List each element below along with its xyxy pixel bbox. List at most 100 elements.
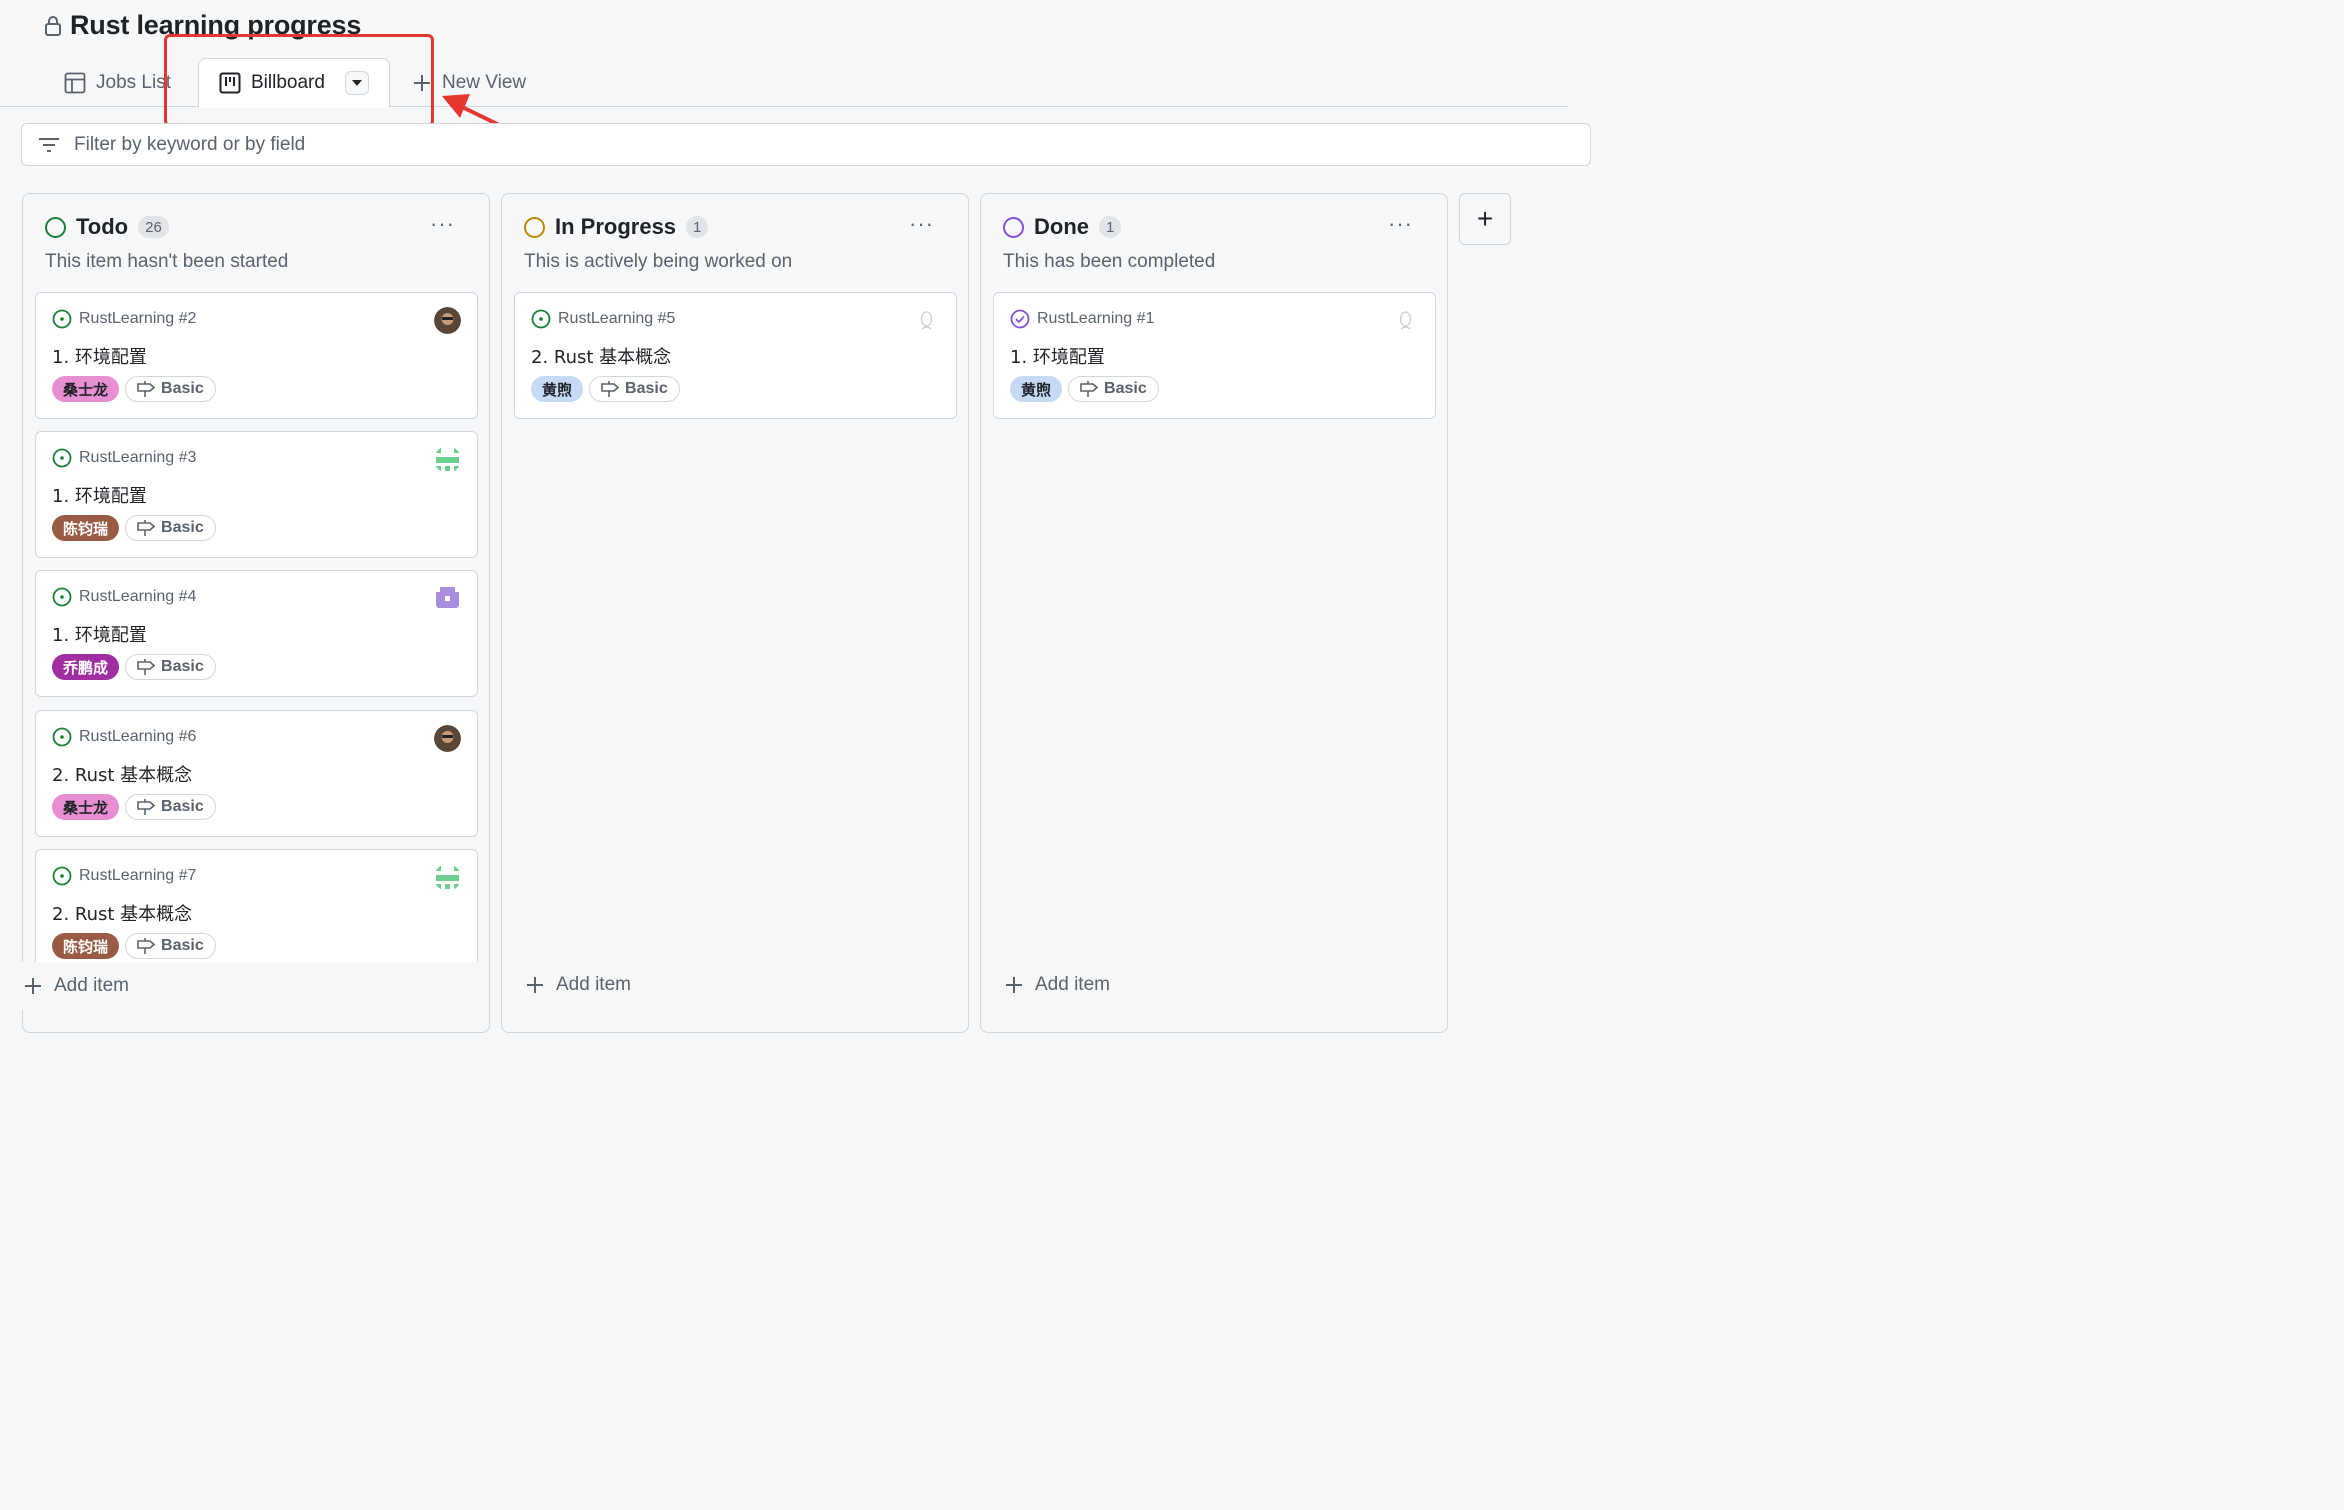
add-item-label: Add item	[54, 975, 129, 996]
assignee-tag[interactable]: 桑士龙	[52, 376, 120, 402]
card-ref[interactable]: RustLearning #3	[52, 448, 196, 468]
milestone-tag[interactable]: Basic	[125, 654, 216, 680]
avatar[interactable]	[434, 585, 461, 612]
card[interactable]: RustLearning #3 1. 环境配置 陈钧瑞 Basic	[35, 431, 478, 558]
column-title: In Progress	[555, 214, 677, 239]
avatar-sketch-icon	[1392, 307, 1419, 334]
assignee-tag[interactable]: 陈钧瑞	[52, 515, 120, 541]
identicon-purple-icon	[434, 585, 461, 612]
assignee-tag[interactable]: 黄煦	[1010, 376, 1063, 402]
column-count: 1	[1099, 216, 1122, 238]
card-title[interactable]: 2. Rust 基本概念	[52, 900, 192, 926]
card-title[interactable]: 1. 环境配置	[52, 621, 147, 647]
issue-open-icon	[52, 448, 72, 468]
assignee-tag[interactable]: 黄煦	[531, 376, 584, 402]
issue-open-icon	[52, 309, 72, 329]
issue-open-icon	[52, 727, 72, 747]
card-tags: 陈钧瑞 Basic	[52, 933, 216, 959]
table-icon	[64, 72, 86, 93]
card-ref-label: RustLearning #7	[79, 867, 197, 884]
column-menu-button[interactable]: ···	[1388, 213, 1413, 235]
avatar-photo-icon	[434, 725, 461, 752]
column-menu-button[interactable]: ···	[430, 213, 455, 235]
avatar[interactable]	[434, 864, 461, 891]
card-title[interactable]: 2. Rust 基本概念	[52, 761, 192, 787]
card[interactable]: RustLearning #2 1. 环境配置 桑士龙 Basic	[35, 292, 478, 419]
column-title: Done	[1034, 214, 1089, 239]
identicon-green-icon	[434, 446, 461, 473]
milestone-icon	[137, 938, 156, 954]
filter-placeholder: Filter by keyword or by field	[74, 133, 306, 155]
card-ref-label: RustLearning #4	[79, 588, 197, 605]
avatar-photo-icon	[434, 307, 461, 334]
card[interactable]: RustLearning #7 2. Rust 基本概念 陈钧瑞 Basic	[35, 849, 478, 976]
milestone-tag[interactable]: Basic	[125, 515, 216, 541]
card-tags: 桑士龙 Basic	[52, 794, 216, 820]
card[interactable]: RustLearning #6 2. Rust 基本概念 桑士龙 Basic	[35, 710, 478, 837]
milestone-tag[interactable]: Basic	[125, 933, 216, 959]
card-tags: 乔鹏成 Basic	[52, 654, 216, 680]
card-title[interactable]: 1. 环境配置	[1010, 343, 1105, 369]
avatar[interactable]	[434, 446, 461, 473]
card-tags: 桑士龙 Basic	[52, 376, 216, 402]
milestone-label: Basic	[161, 937, 204, 954]
add-item-button[interactable]: Add item	[526, 974, 631, 996]
add-item-button[interactable]: Add item	[24, 975, 129, 997]
avatar[interactable]	[913, 307, 940, 334]
filter-input[interactable]: Filter by keyword or by field	[21, 123, 1591, 166]
card-ref[interactable]: RustLearning #5	[531, 309, 675, 329]
plus-icon	[527, 977, 543, 993]
milestone-label: Basic	[161, 380, 204, 397]
card-ref[interactable]: RustLearning #6	[52, 727, 196, 747]
add-column-button[interactable]: +	[1459, 193, 1511, 245]
milestone-icon	[137, 659, 156, 675]
avatar[interactable]	[434, 725, 461, 752]
card-ref[interactable]: RustLearning #4	[52, 587, 196, 607]
milestone-tag[interactable]: Basic	[125, 794, 216, 820]
milestone-label: Basic	[1104, 380, 1147, 397]
issue-open-icon	[531, 309, 551, 329]
milestone-label: Basic	[161, 658, 204, 675]
card-tags: 黄煦 Basic	[531, 376, 680, 402]
column-menu-button[interactable]: ···	[909, 213, 934, 235]
assignee-tag[interactable]: 陈钧瑞	[52, 933, 120, 959]
milestone-tag[interactable]: Basic	[1068, 376, 1159, 402]
card-title[interactable]: 1. 环境配置	[52, 343, 147, 369]
assignee-tag[interactable]: 乔鹏成	[52, 654, 120, 680]
card-title[interactable]: 1. 环境配置	[52, 482, 147, 508]
card-ref[interactable]: RustLearning #1	[1010, 309, 1154, 329]
column-header: Done 1	[1003, 214, 1122, 240]
card[interactable]: RustLearning #1 1. 环境配置 黄煦 Basic	[993, 292, 1436, 419]
card-ref[interactable]: RustLearning #2	[52, 309, 196, 329]
column-done: Done 1 ··· This has been completed RustL…	[980, 193, 1448, 1033]
filter-icon	[39, 137, 59, 152]
card[interactable]: RustLearning #5 2. Rust 基本概念 黄煦 Basic	[514, 292, 957, 419]
milestone-icon	[137, 799, 156, 815]
card-ref-label: RustLearning #1	[1037, 310, 1155, 327]
milestone-label: Basic	[161, 519, 204, 536]
card-ref[interactable]: RustLearning #7	[52, 866, 196, 886]
column-title: Todo	[76, 214, 129, 239]
tab-jobs-list[interactable]: Jobs List	[64, 58, 171, 107]
issue-closed-icon	[1010, 309, 1030, 329]
avatar[interactable]	[434, 307, 461, 334]
card[interactable]: RustLearning #4 1. 环境配置 乔鹏成 Basic	[35, 570, 478, 697]
milestone-tag[interactable]: Basic	[589, 376, 680, 402]
add-item-button[interactable]: Add item	[1005, 974, 1110, 996]
avatar[interactable]	[1392, 307, 1419, 334]
milestone-label: Basic	[625, 380, 668, 397]
column-header: Todo 26	[45, 214, 169, 240]
todo-status-icon	[45, 216, 66, 238]
card-ref-label: RustLearning #5	[558, 310, 676, 327]
milestone-tag[interactable]: Basic	[125, 376, 216, 402]
tab-jobs-list-label: Jobs List	[96, 71, 171, 93]
column-in-progress: In Progress 1 ··· This is actively being…	[501, 193, 969, 1033]
card-tags: 陈钧瑞 Basic	[52, 515, 216, 541]
add-item-label: Add item	[1035, 974, 1110, 995]
assignee-tag[interactable]: 桑士龙	[52, 794, 120, 820]
lock-icon	[45, 15, 61, 36]
column-count: 26	[138, 216, 169, 238]
column-count: 1	[686, 216, 709, 238]
add-item-label: Add item	[556, 974, 631, 995]
card-title[interactable]: 2. Rust 基本概念	[531, 343, 671, 369]
